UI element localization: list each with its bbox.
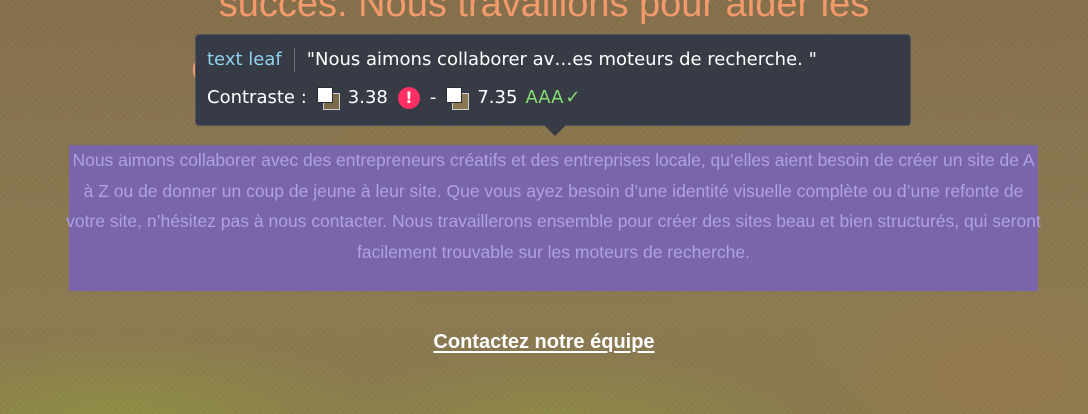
contrast-swatch-icon	[446, 87, 470, 110]
contrast-rating-badge: AAA	[525, 87, 564, 108]
contrast-min-value: 3.38	[347, 87, 388, 108]
tooltip-divider	[293, 48, 295, 72]
accessibility-inspector-tooltip: text leaf "Nous aimons collaborer av…es …	[195, 34, 911, 136]
contrast-label: Contraste :	[207, 87, 307, 108]
contrast-max-value: 7.35	[477, 87, 518, 108]
node-text-preview: "Nous aimons collaborer av…es moteurs de…	[306, 49, 817, 70]
tooltip-node-row: text leaf "Nous aimons collaborer av…es …	[207, 48, 817, 72]
heading-line-1: succès. Nous travaillons pour aider les	[218, 0, 870, 25]
contrast-swatch-icon	[316, 87, 340, 110]
tooltip-pointer-arrow	[544, 125, 566, 136]
warning-icon: !	[397, 87, 420, 109]
tooltip-contrast-row: Contraste : 3.38 ! - 7.35 AAA ✓	[207, 86, 580, 110]
contact-team-link[interactable]: Contactez notre équipe	[0, 331, 1088, 354]
node-type-label: text leaf	[207, 49, 282, 70]
contrast-range-separator: -	[429, 87, 437, 108]
intro-paragraph: Nous aimons collaborer avec des entrepre…	[66, 150, 1041, 262]
checkmark-icon: ✓	[565, 87, 581, 108]
page: succès. Nous travaillons pour aider les …	[0, 0, 1088, 414]
